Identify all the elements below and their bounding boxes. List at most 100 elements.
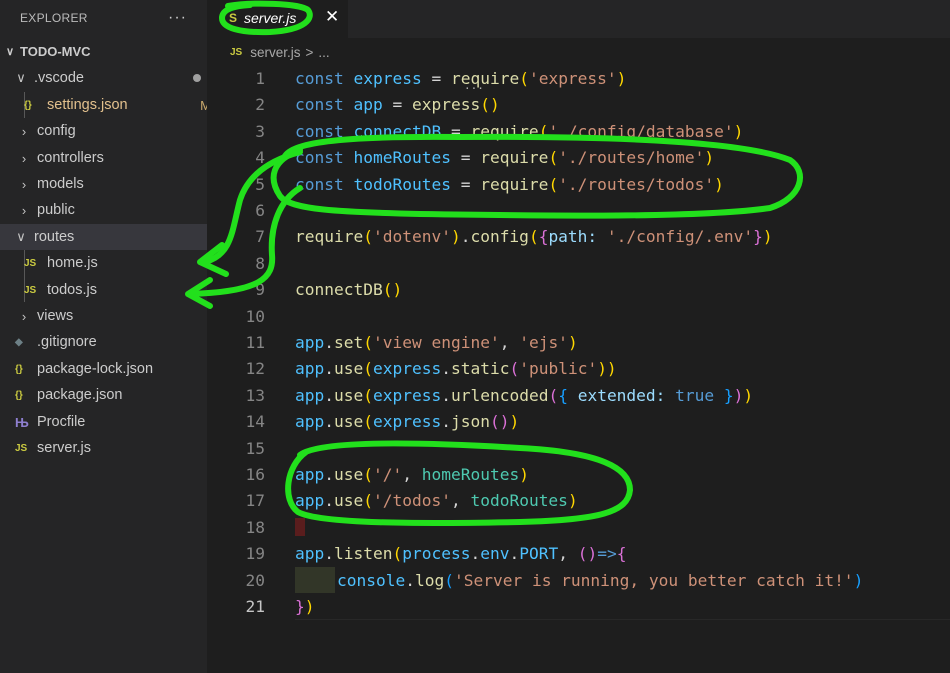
code-line: 16 app.use('/', homeRoutes) xyxy=(207,461,950,487)
tree-item-label: models xyxy=(37,176,84,192)
tree-item-controllers[interactable]: › controllers xyxy=(0,145,207,171)
code-line: 1 const express = require('express') ... xyxy=(207,65,950,93)
indent-highlight xyxy=(295,567,335,593)
code-line: 13 app.use(express.urlencoded({ extended… xyxy=(207,382,950,408)
line-number: 2 xyxy=(255,94,265,114)
code-text: connectDB() xyxy=(295,279,403,299)
modified-dot-icon xyxy=(193,74,201,82)
code-line: 5 const todoRoutes = require('./routes/t… xyxy=(207,171,950,197)
code-line: 8 xyxy=(207,250,950,276)
code-text: app.listen(process.env.PORT, ()=>{ xyxy=(295,543,627,563)
tree-item-label: controllers xyxy=(37,150,104,166)
code-line: 14 app.use(express.json()) xyxy=(207,408,950,434)
chevron-down-icon: ∨ xyxy=(5,45,15,58)
tree-item-label: settings.json xyxy=(47,97,128,113)
code-line: 18 xyxy=(207,514,950,540)
more-actions-icon[interactable]: ··· xyxy=(168,9,187,27)
tree-item-views[interactable]: › views xyxy=(0,303,207,329)
js-file-icon: S xyxy=(229,11,238,25)
line-number: 15 xyxy=(245,438,266,458)
breadcrumb-file[interactable]: server.js xyxy=(250,45,300,60)
tree-item-label: views xyxy=(37,308,74,324)
js-file-icon: JS xyxy=(24,257,37,269)
tree-item-settings-json[interactable]: {} settings.json M xyxy=(0,92,207,118)
breadcrumb-more[interactable]: ... xyxy=(318,45,329,60)
git-diamond-icon: ◆ xyxy=(15,336,23,348)
tree-item-label: package.json xyxy=(37,387,123,403)
tree-item-public[interactable]: › public xyxy=(0,197,207,223)
close-icon[interactable]: ✕ xyxy=(325,7,339,27)
code-line: 2 const app = express() xyxy=(207,91,950,117)
code-text: const express = require('express') xyxy=(295,68,627,88)
code-line: 17 app.use('/todos', todoRoutes) xyxy=(207,487,950,513)
json-file-icon: {} xyxy=(15,389,23,401)
code-text: app.use(express.json()) xyxy=(295,411,520,431)
line-number: 6 xyxy=(255,200,265,220)
code-text: app.use('/', homeRoutes) xyxy=(295,464,529,484)
code-text: console.log('Server is running, you bett… xyxy=(337,570,864,590)
chevron-right-icon: › xyxy=(21,123,27,139)
tree-item-server-js[interactable]: JS server.js xyxy=(0,435,207,461)
line-number: 9 xyxy=(255,279,265,299)
tree-item-label: package-lock.json xyxy=(37,361,154,377)
json-file-icon: {} xyxy=(15,363,23,375)
chevron-right-icon: › xyxy=(21,176,27,192)
tree-item-package-lock-json[interactable]: {} package-lock.json xyxy=(0,356,207,382)
line-number: 5 xyxy=(255,174,265,194)
tree-item-procfile[interactable]: Њ Procfile xyxy=(0,409,207,435)
line-number: 3 xyxy=(255,121,265,141)
code-line: 20 console.log('Server is running, you b… xyxy=(207,567,950,593)
tab-server-js[interactable]: S server.js ✕ xyxy=(207,0,348,38)
code-text: const connectDB = require('./config/data… xyxy=(295,121,744,141)
editor-pane: S server.js ✕ JS server.js > ... 1 const… xyxy=(207,0,950,673)
breadcrumb-separator: > xyxy=(305,44,314,60)
tree-item-label: Procfile xyxy=(37,414,86,430)
tree-item-gitignore[interactable]: ◆ .gitignore xyxy=(0,329,207,355)
line-number: 16 xyxy=(245,464,266,484)
line-number: 17 xyxy=(245,490,266,510)
tree-item-package-json[interactable]: {} package.json xyxy=(0,382,207,408)
line-number: 13 xyxy=(245,385,266,405)
tree-item-config[interactable]: › config xyxy=(0,118,207,144)
code-text: app.use('/todos', todoRoutes) xyxy=(295,490,578,510)
tree-item-label: todos.js xyxy=(47,282,97,298)
tree-item-label: public xyxy=(37,202,75,218)
code-text: }) xyxy=(295,596,315,616)
explorer-title: EXPLORER xyxy=(20,11,88,25)
code-text: app.set('view engine', 'ejs') xyxy=(295,332,578,352)
chevron-down-icon: ∨ xyxy=(16,70,26,85)
modified-badge: M xyxy=(200,97,207,113)
tab-bar: S server.js ✕ xyxy=(207,0,950,38)
heroku-icon: Њ xyxy=(15,414,29,430)
tree-item-routes[interactable]: ∨ routes xyxy=(0,224,207,250)
tab-label: server.js xyxy=(244,10,297,26)
line-number: 8 xyxy=(255,253,265,273)
project-section-header[interactable]: ∨ TODO-MVC xyxy=(0,39,207,63)
line-number: 1 xyxy=(255,68,265,88)
line-number: 19 xyxy=(245,543,266,563)
tree-item-label: home.js xyxy=(47,255,98,271)
chevron-right-icon: › xyxy=(21,202,27,218)
js-file-icon: JS xyxy=(15,442,28,454)
trailing-whitespace-marker xyxy=(295,518,305,536)
explorer-sidebar: EXPLORER ··· ∨ TODO-MVC ∨ .vscode {} set… xyxy=(0,0,207,673)
tree-item-label: .vscode xyxy=(34,70,84,86)
code-line: 12 app.use(express.static('public')) xyxy=(207,355,950,381)
tree-item-home-js[interactable]: JS home.js xyxy=(0,250,207,276)
tree-item-vscode[interactable]: ∨ .vscode xyxy=(0,65,207,91)
breadcrumb: JS server.js > ... xyxy=(207,38,330,66)
line-number: 20 xyxy=(245,570,266,590)
code-line: 7 require('dotenv').config({path: './con… xyxy=(207,223,950,249)
tree-item-models[interactable]: › models xyxy=(0,171,207,197)
js-file-icon: JS xyxy=(230,46,243,58)
project-name: TODO-MVC xyxy=(20,43,91,59)
code-line: 21 }) xyxy=(207,593,950,619)
chevron-right-icon: › xyxy=(21,150,27,166)
code-text: require('dotenv').config({path: './confi… xyxy=(295,226,773,246)
json-file-icon: {} xyxy=(24,99,32,111)
tree-item-todos-js[interactable]: JS todos.js xyxy=(0,277,207,303)
code-line: 19 app.listen(process.env.PORT, ()=>{ xyxy=(207,540,950,566)
chevron-down-icon: ∨ xyxy=(16,229,26,244)
chevron-right-icon: › xyxy=(21,308,27,324)
code-text: const homeRoutes = require('./routes/hom… xyxy=(295,147,715,167)
